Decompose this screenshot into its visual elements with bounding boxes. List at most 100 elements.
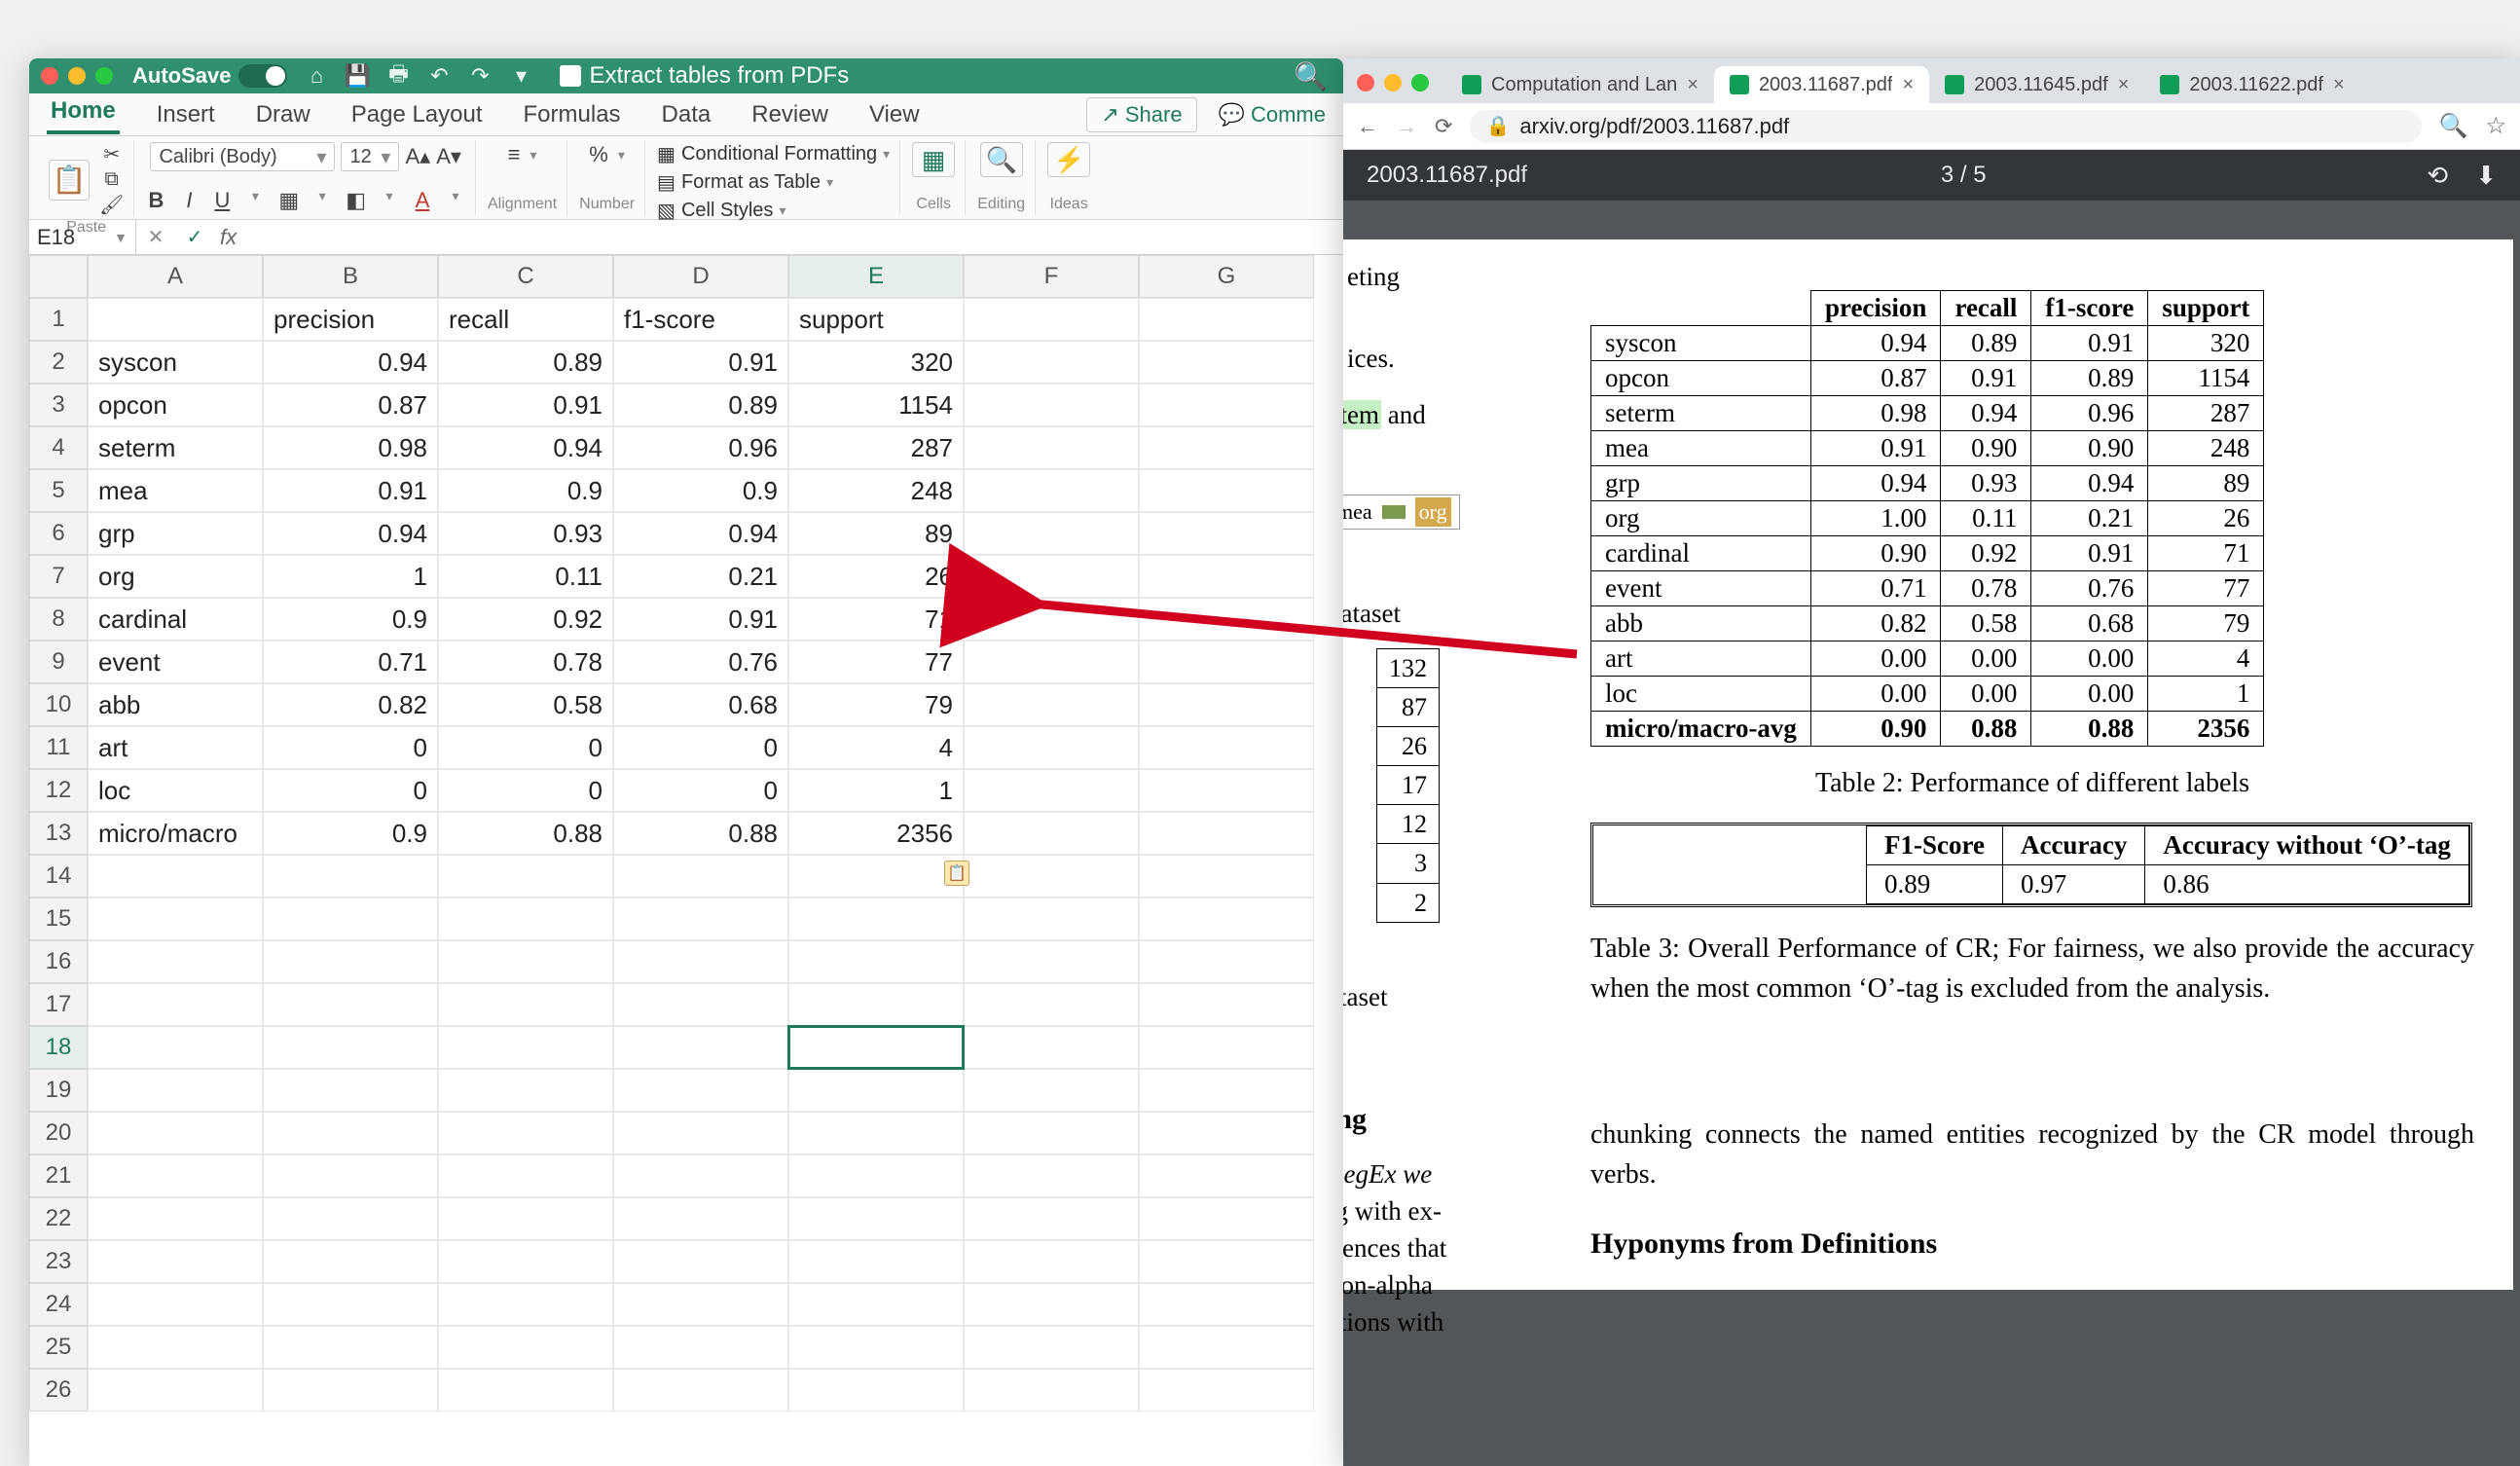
tab-close-icon[interactable]: × — [2118, 74, 2130, 96]
row-header-10[interactable]: 10 — [29, 683, 88, 726]
cell-F23[interactable] — [964, 1240, 1139, 1283]
cell-C25[interactable] — [438, 1326, 613, 1369]
fill-color-button[interactable]: ◧ — [346, 188, 366, 213]
cell-B23[interactable] — [263, 1240, 438, 1283]
spreadsheet-grid[interactable]: ABCDEFG1precisionrecallf1-scoresupport2s… — [29, 255, 1343, 1411]
col-header-F[interactable]: F — [964, 255, 1139, 298]
cell-A12[interactable]: loc — [88, 769, 263, 812]
row-header-24[interactable]: 24 — [29, 1283, 88, 1326]
cell-C21[interactable] — [438, 1154, 613, 1197]
cell-F12[interactable] — [964, 769, 1139, 812]
cell-B13[interactable]: 0.9 — [263, 812, 438, 855]
tab-data[interactable]: Data — [658, 99, 715, 130]
cell-E22[interactable] — [788, 1197, 964, 1240]
cell-A4[interactable]: seterm — [88, 426, 263, 469]
forward-icon[interactable]: → — [1396, 114, 1417, 139]
cell-G6[interactable] — [1139, 512, 1314, 555]
cell-F8[interactable] — [964, 598, 1139, 641]
cell-A23[interactable] — [88, 1240, 263, 1283]
row-header-15[interactable]: 15 — [29, 898, 88, 940]
paste-options-button[interactable]: 📋 — [944, 861, 969, 886]
cell-G5[interactable] — [1139, 469, 1314, 512]
cell-B15[interactable] — [263, 898, 438, 940]
cell-G8[interactable] — [1139, 598, 1314, 641]
cell-C19[interactable] — [438, 1069, 613, 1112]
cell-D11[interactable]: 0 — [613, 726, 788, 769]
cell-F7[interactable] — [964, 555, 1139, 598]
cell-C1[interactable]: recall — [438, 298, 613, 341]
cell-A8[interactable]: cardinal — [88, 598, 263, 641]
cell-B16[interactable] — [263, 940, 438, 983]
cell-E21[interactable] — [788, 1154, 964, 1197]
row-header-8[interactable]: 8 — [29, 598, 88, 641]
cell-B8[interactable]: 0.9 — [263, 598, 438, 641]
cell-F4[interactable] — [964, 426, 1139, 469]
cell-A3[interactable]: opcon — [88, 384, 263, 426]
cell-F25[interactable] — [964, 1326, 1139, 1369]
cell-D6[interactable]: 0.94 — [613, 512, 788, 555]
cell-C10[interactable]: 0.58 — [438, 683, 613, 726]
cell-E6[interactable]: 89 — [788, 512, 964, 555]
row-header-9[interactable]: 9 — [29, 641, 88, 683]
tab-close-icon[interactable]: × — [2333, 74, 2345, 96]
cell-C7[interactable]: 0.11 — [438, 555, 613, 598]
cell-G23[interactable] — [1139, 1240, 1314, 1283]
cell-E5[interactable]: 248 — [788, 469, 964, 512]
cell-E8[interactable]: 71 — [788, 598, 964, 641]
cell-E17[interactable] — [788, 983, 964, 1026]
grow-font-icon[interactable]: A▴ — [405, 144, 430, 169]
reload-icon[interactable]: ⟳ — [1435, 114, 1452, 139]
cell-G26[interactable] — [1139, 1369, 1314, 1411]
row-header-26[interactable]: 26 — [29, 1369, 88, 1411]
cell-G19[interactable] — [1139, 1069, 1314, 1112]
col-header-C[interactable]: C — [438, 255, 613, 298]
align-icon[interactable]: ≡ — [508, 142, 521, 167]
cell-B10[interactable]: 0.82 — [263, 683, 438, 726]
cell-A18[interactable] — [88, 1026, 263, 1069]
cell-G16[interactable] — [1139, 940, 1314, 983]
cell-B1[interactable]: precision — [263, 298, 438, 341]
cell-E11[interactable]: 4 — [788, 726, 964, 769]
cell-A11[interactable]: art — [88, 726, 263, 769]
cell-D18[interactable] — [613, 1026, 788, 1069]
chrome-tab-0[interactable]: Computation and Lan× — [1446, 66, 1714, 103]
font-size-select[interactable]: 12 ▾ — [341, 142, 399, 171]
cell-A5[interactable]: mea — [88, 469, 263, 512]
accept-formula-icon[interactable]: ✓ — [175, 225, 214, 249]
cell-E1[interactable]: support — [788, 298, 964, 341]
cell-E12[interactable]: 1 — [788, 769, 964, 812]
cell-C17[interactable] — [438, 983, 613, 1026]
cell-A21[interactable] — [88, 1154, 263, 1197]
cell-D22[interactable] — [613, 1197, 788, 1240]
cell-D9[interactable]: 0.76 — [613, 641, 788, 683]
ideas-button[interactable]: ⚡ — [1047, 142, 1090, 177]
cell-E4[interactable]: 287 — [788, 426, 964, 469]
cell-F21[interactable] — [964, 1154, 1139, 1197]
tab-insert[interactable]: Insert — [153, 99, 219, 130]
cell-E10[interactable]: 79 — [788, 683, 964, 726]
row-header-25[interactable]: 25 — [29, 1326, 88, 1369]
cell-A6[interactable]: grp — [88, 512, 263, 555]
cell-A22[interactable] — [88, 1197, 263, 1240]
back-icon[interactable]: ← — [1357, 114, 1378, 139]
cell-C12[interactable]: 0 — [438, 769, 613, 812]
font-name-select[interactable]: Calibri (Body) ▾ — [150, 142, 335, 171]
row-header-19[interactable]: 19 — [29, 1069, 88, 1112]
copy-icon[interactable]: ⧉ — [105, 168, 119, 191]
row-header-6[interactable]: 6 — [29, 512, 88, 555]
row-header-7[interactable]: 7 — [29, 555, 88, 598]
cell-A24[interactable] — [88, 1283, 263, 1326]
bold-button[interactable]: B — [146, 188, 165, 213]
cell-G22[interactable] — [1139, 1197, 1314, 1240]
cell-D4[interactable]: 0.96 — [613, 426, 788, 469]
cell-G4[interactable] — [1139, 426, 1314, 469]
cell-C9[interactable]: 0.78 — [438, 641, 613, 683]
cell-C26[interactable] — [438, 1369, 613, 1411]
cell-G10[interactable] — [1139, 683, 1314, 726]
row-header-5[interactable]: 5 — [29, 469, 88, 512]
cell-C5[interactable]: 0.9 — [438, 469, 613, 512]
redo-icon[interactable]: ↷ — [466, 62, 493, 90]
conditional-formatting-button[interactable]: ▦Conditional Formatting ▾ — [657, 142, 890, 166]
cell-A16[interactable] — [88, 940, 263, 983]
cell-F14[interactable] — [964, 855, 1139, 898]
